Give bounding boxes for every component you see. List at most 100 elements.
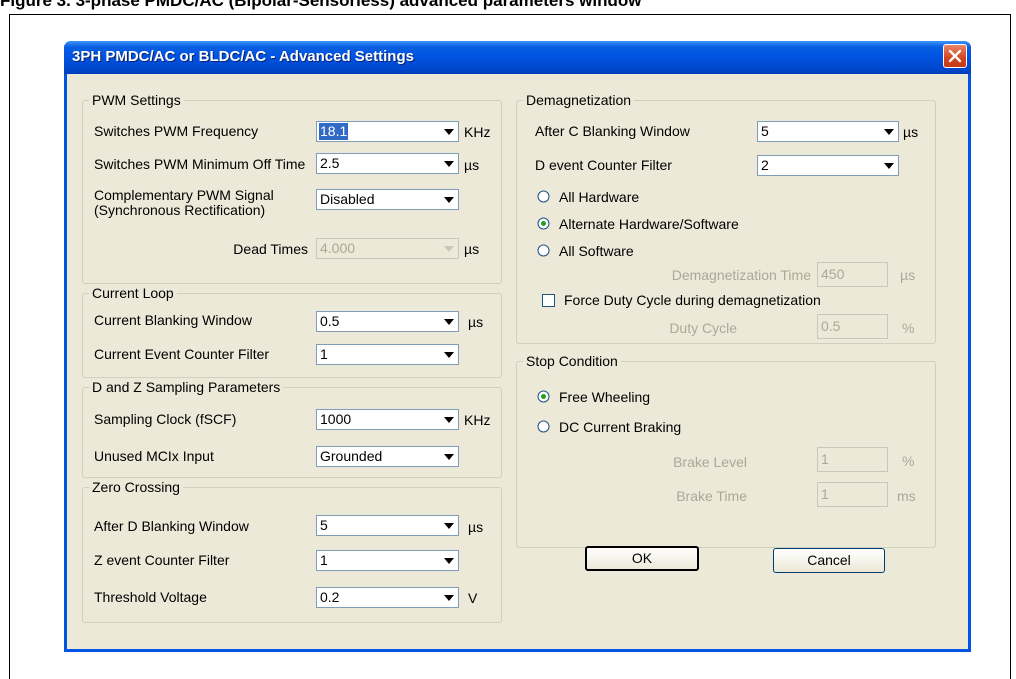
pwm-frequency-combo[interactable]: 18.1 bbox=[316, 121, 459, 142]
radio-dc-current-braking[interactable] bbox=[537, 420, 550, 433]
demag-time-field: 450 bbox=[817, 262, 888, 287]
brake-time-label: Brake Time bbox=[676, 488, 747, 504]
chevron-down-icon[interactable] bbox=[440, 191, 457, 208]
after-c-blanking-combo[interactable]: 5 bbox=[757, 121, 899, 142]
complementary-pwm-combo[interactable]: Disabled bbox=[316, 189, 459, 210]
force-duty-cycle-label: Force Duty Cycle during demagnetization bbox=[564, 292, 821, 308]
after-d-blanking-combo[interactable]: 5 bbox=[316, 515, 459, 536]
sampling-clock-label: Sampling Clock (fSCF) bbox=[94, 411, 237, 427]
sampling-clock-combo[interactable]: 1000 bbox=[316, 409, 459, 430]
chevron-down-icon[interactable] bbox=[440, 155, 457, 172]
pwm-min-off-value: 2.5 bbox=[320, 155, 340, 171]
complementary-pwm-value: Disabled bbox=[320, 191, 375, 207]
threshold-voltage-combo[interactable]: 0.2 bbox=[316, 587, 459, 608]
all-software-label: All Software bbox=[559, 243, 634, 259]
unused-mcix-value: Grounded bbox=[320, 448, 383, 464]
chevron-down-icon[interactable] bbox=[440, 123, 457, 140]
stop-condition-group: Stop Condition Free Wheeling DC Current … bbox=[516, 353, 936, 548]
threshold-voltage-label: Threshold Voltage bbox=[94, 589, 207, 605]
chevron-down-icon[interactable] bbox=[440, 313, 457, 330]
pwm-settings-label: PWM Settings bbox=[89, 92, 184, 108]
threshold-voltage-value: 0.2 bbox=[320, 589, 340, 605]
current-blanking-combo[interactable]: 0.5 bbox=[316, 311, 459, 332]
current-filter-label: Current Event Counter Filter bbox=[94, 346, 270, 362]
title-bar[interactable]: 3PH PMDC/AC or BLDC/AC - Advanced Settin… bbox=[64, 41, 971, 74]
pwm-min-off-unit: µs bbox=[464, 157, 480, 173]
chevron-down-icon[interactable] bbox=[880, 157, 897, 174]
stop-condition-label: Stop Condition bbox=[523, 353, 621, 369]
duty-cycle-value: 0.5 bbox=[821, 318, 841, 334]
dead-times-value: 4.000 bbox=[320, 240, 356, 256]
chevron-down-icon[interactable] bbox=[440, 448, 457, 465]
radio-all-hardware[interactable] bbox=[537, 190, 550, 203]
complementary-pwm-label: Complementary PWM Signal bbox=[94, 187, 274, 203]
unused-mcix-combo[interactable]: Grounded bbox=[316, 446, 459, 467]
all-hardware-label: All Hardware bbox=[559, 189, 640, 205]
demag-time-unit: µs bbox=[900, 267, 916, 283]
pwm-frequency-value: 18.1 bbox=[319, 123, 349, 140]
duty-cycle-unit: % bbox=[902, 320, 915, 336]
current-blanking-value: 0.5 bbox=[320, 313, 340, 329]
chevron-down-icon[interactable] bbox=[440, 517, 457, 534]
demagnetization-label: Demagnetization bbox=[523, 92, 635, 108]
current-loop-group: Current Loop Current Blanking Window 0.5… bbox=[82, 285, 502, 378]
zero-crossing-label: Zero Crossing bbox=[89, 479, 183, 495]
dead-times-combo: 4.000 bbox=[316, 238, 459, 259]
free-wheeling-label: Free Wheeling bbox=[559, 389, 651, 405]
d-event-filter-value: 2 bbox=[761, 157, 769, 173]
advanced-settings-window: 3PH PMDC/AC or BLDC/AC - Advanced Settin… bbox=[64, 41, 971, 652]
radio-all-software[interactable] bbox=[537, 244, 550, 257]
brake-time-value: 1 bbox=[821, 486, 829, 502]
pwm-frequency-unit: KHz bbox=[464, 124, 491, 140]
dead-times-unit: µs bbox=[464, 241, 480, 257]
z-event-filter-value: 1 bbox=[320, 552, 328, 568]
chevron-down-icon[interactable] bbox=[440, 346, 457, 363]
pwm-settings-group: PWM Settings Switches PWM Frequency 18.1… bbox=[82, 92, 502, 284]
brake-time-unit: ms bbox=[897, 488, 916, 504]
current-blanking-unit: µs bbox=[468, 314, 484, 330]
zero-crossing-group: Zero Crossing After D Blanking Window 5 … bbox=[82, 479, 502, 623]
demagnetization-group: Demagnetization After C Blanking Window … bbox=[516, 92, 936, 344]
current-blanking-label: Current Blanking Window bbox=[94, 312, 252, 328]
synchronous-rectification-label: (Synchronous Rectification) bbox=[94, 202, 266, 218]
pwm-frequency-label: Switches PWM Frequency bbox=[94, 123, 259, 139]
d-event-filter-label: D event Counter Filter bbox=[535, 157, 672, 173]
after-c-blanking-label: After C Blanking Window bbox=[535, 123, 690, 139]
duty-cycle-label: Duty Cycle bbox=[669, 320, 737, 336]
close-button[interactable] bbox=[943, 44, 967, 68]
demag-time-value: 450 bbox=[821, 266, 845, 282]
dialog-client-area: PWM Settings Switches PWM Frequency 18.1… bbox=[67, 74, 968, 649]
after-c-blanking-unit: µs bbox=[903, 124, 919, 140]
alternate-hw-sw-label: Alternate Hardware/Software bbox=[559, 216, 739, 232]
current-filter-value: 1 bbox=[320, 346, 328, 362]
z-event-filter-combo[interactable]: 1 bbox=[316, 550, 459, 571]
radio-free-wheeling[interactable] bbox=[537, 390, 550, 403]
pwm-min-off-combo[interactable]: 2.5 bbox=[316, 153, 459, 174]
dc-current-braking-label: DC Current Braking bbox=[559, 419, 682, 435]
brake-level-unit: % bbox=[902, 453, 915, 469]
force-duty-cycle-checkbox[interactable] bbox=[542, 294, 555, 307]
brake-time-field: 1 bbox=[817, 482, 888, 507]
brake-level-field: 1 bbox=[817, 447, 888, 472]
chevron-down-icon[interactable] bbox=[880, 123, 897, 140]
threshold-voltage-unit: V bbox=[468, 590, 478, 606]
chevron-down-icon[interactable] bbox=[440, 552, 457, 569]
radio-alternate-hw-sw[interactable] bbox=[537, 217, 550, 230]
after-d-blanking-value: 5 bbox=[320, 517, 328, 533]
after-d-blanking-label: After D Blanking Window bbox=[94, 518, 249, 534]
current-filter-combo[interactable]: 1 bbox=[316, 344, 459, 365]
demag-time-label: Demagnetization Time bbox=[671, 267, 811, 283]
close-icon bbox=[948, 49, 962, 63]
cancel-button[interactable]: Cancel bbox=[773, 548, 885, 573]
chevron-down-icon bbox=[440, 240, 457, 257]
d-event-filter-combo[interactable]: 2 bbox=[757, 155, 899, 176]
dz-sampling-group: D and Z Sampling Parameters Sampling Clo… bbox=[82, 379, 502, 478]
after-d-blanking-unit: µs bbox=[468, 519, 484, 535]
sampling-clock-value: 1000 bbox=[320, 411, 352, 427]
chevron-down-icon[interactable] bbox=[440, 411, 457, 428]
chevron-down-icon[interactable] bbox=[440, 589, 457, 606]
current-loop-label: Current Loop bbox=[89, 285, 177, 301]
brake-level-label: Brake Level bbox=[673, 454, 747, 470]
pwm-min-off-label: Switches PWM Minimum Off Time bbox=[94, 156, 306, 172]
ok-button[interactable]: OK bbox=[585, 546, 699, 571]
